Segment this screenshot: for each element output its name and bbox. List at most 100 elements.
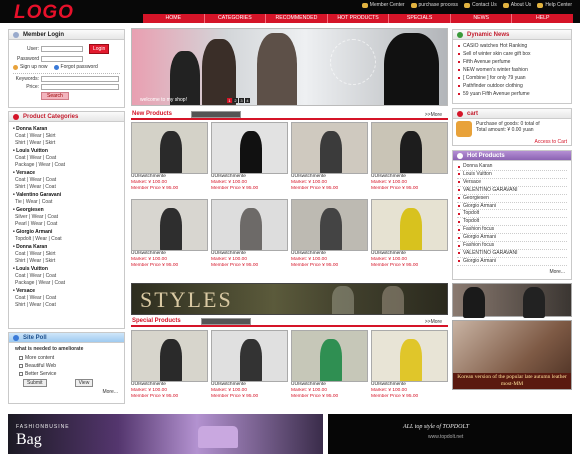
product-image[interactable] (371, 330, 448, 382)
product-card[interactable]: UU/switchmente Market: ¥ 100.00 Member Pri… (371, 330, 448, 407)
news-item[interactable]: 59 yuan Fifth Avenue perfume (457, 90, 567, 98)
news-item[interactable]: CASIO watches Hot Ranking (457, 42, 567, 50)
category-sub[interactable]: Shirt | Wear | Skirt (15, 258, 120, 264)
nav-home[interactable]: HOME (143, 14, 205, 23)
styles-banner[interactable]: STYLES (131, 283, 448, 315)
product-image[interactable] (211, 330, 288, 382)
hot-more-link[interactable]: More... (453, 269, 565, 275)
help-center-link[interactable]: Help Center (537, 2, 572, 8)
hot-item[interactable]: Topdolt (457, 210, 567, 219)
hot-item[interactable]: Giorgio Armani (457, 203, 567, 211)
category-sub[interactable]: Shirt | Wear | Skirt (15, 140, 120, 146)
product-image[interactable] (211, 199, 288, 251)
member-center-link[interactable]: Member Center (361, 2, 405, 8)
product-image[interactable] (131, 199, 208, 251)
news-item[interactable]: Fifth Avenue perfume (457, 58, 567, 66)
hot-item[interactable]: VALENTINO GARAVANI (457, 250, 567, 258)
contact-us-link[interactable]: Contact Us (464, 2, 497, 8)
category-sub[interactable]: Tie | Wear | Coat (15, 199, 120, 205)
banner-dot[interactable]: 3 (239, 98, 244, 103)
new-products-tab[interactable] (191, 111, 241, 118)
product-image[interactable] (291, 199, 368, 251)
category-sub[interactable]: Coat | Wear | Coat (15, 273, 120, 279)
nav-news[interactable]: NEWS (451, 14, 513, 23)
category-sub[interactable]: Package | Wear | Coat (15, 280, 120, 286)
product-card[interactable]: UU/switchmente Market: ¥ 100.00 Member Pri… (131, 122, 208, 199)
hot-item[interactable]: Giorgio Armani (457, 258, 567, 266)
side-ad-top[interactable] (452, 283, 572, 318)
poll-more-link[interactable]: More... (9, 389, 118, 395)
hot-item[interactable]: Georgiesen (457, 195, 567, 203)
poll-checkbox[interactable] (19, 364, 23, 368)
hot-item[interactable]: Versace (457, 179, 567, 187)
about-us-link[interactable]: About Us (502, 2, 531, 8)
hot-item[interactable]: VALENTINO GARAVANI (457, 187, 567, 195)
product-image[interactable] (291, 122, 368, 174)
news-item[interactable]: Pathfinder outdoor clothing (457, 82, 567, 90)
nav-specials[interactable]: SPECIALS (389, 14, 451, 23)
category-brand[interactable]: Giorgio Armani (13, 229, 120, 235)
nav-help[interactable]: HELP (512, 14, 573, 23)
category-sub[interactable]: Shirt | Wear | Coat (15, 302, 120, 308)
product-card[interactable]: UU/switchmente Market: ¥ 100.00 Member Pri… (211, 330, 288, 407)
nav-recommended[interactable]: RECOMMENDED (266, 14, 328, 23)
product-card[interactable]: UU/switchmente Market: ¥ 100.00 Member Pri… (291, 122, 368, 199)
category-sub[interactable]: Coat | Wear | Skirt (15, 133, 120, 139)
category-sub[interactable]: Coat | Wear | Skirt (15, 251, 120, 257)
new-products-more-link[interactable]: >>More (425, 112, 442, 118)
category-brand[interactable]: Louis Vuitton (13, 148, 120, 154)
keywords-input[interactable] (41, 76, 119, 82)
product-card[interactable]: UU/switchmente Market: ¥ 100.00 Member Pri… (211, 122, 288, 199)
special-products-more-link[interactable]: >>More (425, 319, 442, 325)
footer-ad-right[interactable]: ALL top style of TOPDOLT www.topdolt.net (328, 414, 572, 454)
banner-dot[interactable]: 1 (227, 98, 232, 103)
banner-dot[interactable]: 4 (245, 98, 250, 103)
autumn-ad[interactable]: Korean version of the popular late autum… (452, 320, 572, 390)
product-card[interactable]: UU/switchmente Market: ¥ 100.00 Member Pri… (131, 330, 208, 407)
product-card[interactable]: UU/switchmente Market: ¥ 100.00 Member Pri… (291, 199, 368, 276)
category-brand[interactable]: Louis Vuitton (13, 266, 120, 272)
hot-item[interactable]: Giorgio Armani (457, 234, 567, 243)
signup-link[interactable]: Sign up now (20, 64, 48, 70)
hot-item[interactable]: Donna Karan (457, 163, 567, 171)
forgot-link[interactable]: Forgot password (61, 64, 98, 70)
product-image[interactable] (371, 122, 448, 174)
poll-submit-button[interactable]: Submit (23, 379, 47, 387)
news-item[interactable]: Sell of winter skin care gift box (457, 50, 567, 58)
news-item[interactable]: NEW women's winter fashion (457, 66, 567, 74)
price-input[interactable] (41, 84, 119, 90)
poll-checkbox[interactable] (19, 372, 23, 376)
product-image[interactable] (211, 122, 288, 174)
category-sub[interactable]: Pearl | Wear | Coat (15, 221, 120, 227)
product-image[interactable] (131, 122, 208, 174)
search-button[interactable]: Search (41, 92, 69, 100)
nav-categories[interactable]: CATEGORIES (205, 14, 267, 23)
special-products-tab[interactable] (201, 318, 251, 325)
purchase-process-link[interactable]: purchase process (410, 2, 458, 8)
category-brand[interactable]: Versace (13, 288, 120, 294)
cart-link[interactable]: Access to Cart (453, 139, 567, 145)
hot-item[interactable]: Topdolt (457, 218, 567, 227)
nav-hot-products[interactable]: HOT PRODUCTS (328, 14, 390, 23)
hot-item[interactable]: Fashion focus (457, 242, 567, 250)
category-brand[interactable]: Georgiesen (13, 207, 120, 213)
category-brand[interactable]: Donna Karan (13, 244, 120, 250)
product-card[interactable]: UU/switchmente Market: ¥ 100.00 Member Pri… (371, 122, 448, 199)
category-sub[interactable]: Coat | Wear | Coat (15, 295, 120, 301)
category-sub[interactable]: Coat | Wear | Coat (15, 177, 120, 183)
hot-item[interactable]: Louis Vuitton (457, 171, 567, 179)
category-brand[interactable]: Versace (13, 170, 120, 176)
category-sub[interactable]: Shirt | Wear | Coat (15, 184, 120, 190)
category-brand[interactable]: Donna Karan (13, 126, 120, 132)
category-sub[interactable]: Coat | Wear | Coat (15, 155, 120, 161)
product-image[interactable] (371, 199, 448, 251)
product-image[interactable] (291, 330, 368, 382)
product-image[interactable] (131, 330, 208, 382)
category-sub[interactable]: Silver | Wear | Coat (15, 214, 120, 220)
news-item[interactable]: [ Combine ] for only 79 yuan (457, 74, 567, 82)
product-card[interactable]: UU/switchmente Market: ¥ 100.00 Member Pri… (211, 199, 288, 276)
user-input[interactable] (41, 46, 83, 52)
hero-banner[interactable]: welcome to my shop! 1 2 3 4 (131, 28, 448, 106)
login-button[interactable]: Login (89, 44, 110, 54)
product-card[interactable]: UU/switchmente Market: ¥ 100.00 Member Pri… (131, 199, 208, 276)
